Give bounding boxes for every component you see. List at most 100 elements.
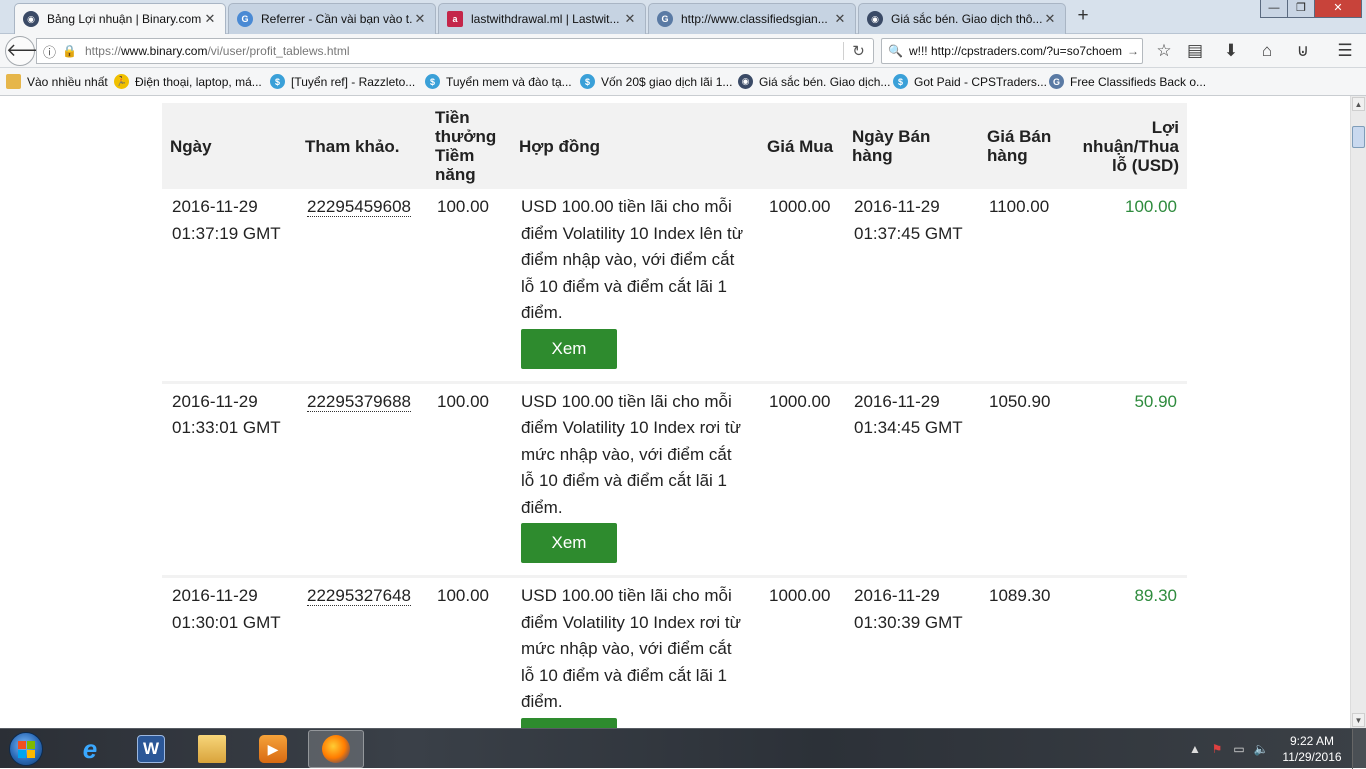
network-icon[interactable]: ▭ [1228, 742, 1250, 756]
internet-explorer-icon: e [82, 733, 98, 764]
cell-ref: 22295327648 [297, 576, 427, 728]
running-man-icon: 🏃 [114, 74, 129, 89]
tab-title: http://www.classifiedsgian... [681, 12, 828, 26]
info-icon[interactable]: ⓘ [43, 42, 56, 61]
tab-gia-sac-ben[interactable]: ◉ Giá sắc bén. Giao dịch thô... ✕ [858, 3, 1066, 34]
bookmark-item[interactable]: Vào nhiều nhất [6, 74, 108, 89]
bookmark-star-icon[interactable]: ☆ [1153, 41, 1175, 61]
bookmark-label: Free Classifieds Back o... [1070, 74, 1207, 89]
view-button[interactable]: Xem [521, 328, 617, 369]
view-button[interactable]: Xem [521, 523, 617, 563]
home-icon[interactable]: ⌂ [1256, 41, 1278, 61]
ref-link[interactable]: 22295327648 [307, 586, 412, 606]
reload-icon[interactable]: ↻ [843, 42, 873, 60]
scroll-down-arrow-icon[interactable]: ▼ [1352, 713, 1365, 727]
column-header-contract: Hợp đồng [511, 103, 759, 189]
cell-contract: USD 100.00 tiền lãi cho mỗi điểm Volatil… [511, 576, 759, 728]
search-input[interactable]: w!!! http://cpstraders.com/?u=so7choem [909, 44, 1124, 58]
contract-description: USD 100.00 tiền lãi cho mỗi điểm Volatil… [521, 197, 744, 322]
bookmark-item[interactable]: $ [Tuyển ref] - Razzleto... [270, 74, 415, 89]
vertical-scrollbar[interactable]: ▲ ▼ [1350, 96, 1366, 728]
tab-profit-table[interactable]: ◉ Bảng Lợi nhuận | Binary.com ✕ [14, 3, 226, 34]
cell-contract: USD 100.00 tiền lãi cho mỗi điểm Volatil… [511, 382, 759, 578]
bookmark-label: Tuyển mem và đào tạ... [446, 74, 572, 89]
close-tab-icon[interactable]: ✕ [413, 11, 427, 27]
column-header-ref: Tham khảo. [297, 103, 427, 189]
taskbar-app[interactable]: ▶ [245, 730, 301, 768]
bookmark-item[interactable]: G Free Classifieds Back o... [1049, 74, 1206, 89]
contract-description: USD 100.00 tiền lãi cho mỗi điểm Volatil… [521, 586, 742, 711]
url-scheme: https:// [84, 44, 121, 58]
download-icon[interactable]: ⬇ [1220, 41, 1242, 61]
table-header-row: Ngày Tham khảo. Tiền thưởng Tiềm năng Hợ… [162, 103, 1187, 189]
bookmark-item[interactable]: $ Vốn 20$ giao dịch lãi 1... [580, 74, 732, 89]
dollar-coin-icon: $ [425, 74, 440, 89]
new-tab-button[interactable]: + [1072, 5, 1094, 27]
close-tab-icon[interactable]: ✕ [623, 11, 637, 27]
volume-muted-icon[interactable]: 🔈 [1250, 742, 1272, 756]
close-tab-icon[interactable]: ✕ [203, 11, 217, 27]
url-path: /vi/user/profit_tablews.html [207, 44, 350, 58]
bookmark-label: Điện thoại, laptop, má... [135, 74, 262, 89]
cell-contract: USD 100.00 tiền lãi cho mỗi điểm Volatil… [511, 189, 759, 384]
minimize-button[interactable]: — [1260, 0, 1288, 18]
table-row: 2016-11-29 01:37:19 GMT 22295459608 100.… [162, 189, 1187, 384]
tab-title: Giá sắc bén. Giao dịch thô... [891, 12, 1043, 26]
column-header-date: Ngày [162, 103, 297, 189]
start-button[interactable] [4, 729, 48, 769]
show-desktop-button[interactable] [1352, 729, 1366, 769]
cell-date: 2016-11-29 01:30:01 GMT [162, 576, 297, 728]
close-window-button[interactable]: ✕ [1314, 0, 1362, 18]
cell-sell-price: 1050.90 [979, 382, 1069, 578]
windows-taskbar: e W ▶ ▲ ⚑ ▭ 🔈 9:22 AM 11/29/2016 [0, 728, 1366, 769]
cell-buy-price: 1000.00 [759, 576, 844, 728]
cell-sell-date: 2016-11-29 01:30:39 GMT [844, 576, 979, 728]
bookmark-label: Got Paid - CPSTraders... [914, 74, 1047, 89]
taskbar-app[interactable] [184, 730, 240, 768]
search-go-arrow-icon[interactable]: → [1124, 44, 1142, 58]
column-header-sell-price: Giá Bán hàng [979, 103, 1069, 189]
url-text[interactable]: https://www.binary.com/vi/user/profit_ta… [85, 44, 843, 58]
bookmark-item[interactable]: 🏃 Điện thoại, laptop, má... [114, 74, 262, 89]
dollar-coin-icon: $ [270, 74, 285, 89]
bookmark-item[interactable]: $ Got Paid - CPSTraders... [893, 74, 1047, 89]
address-bar[interactable]: ⓘ 🔒 https://www.binary.com/vi/user/profi… [36, 38, 874, 64]
back-button[interactable]: 🡐 [5, 36, 54, 66]
word-icon: W [137, 735, 165, 763]
bookmark-item[interactable]: $ Tuyển mem và đào tạ... [425, 74, 572, 89]
column-header-profit-loss: Lợi nhuận/Thua lỗ (USD) [1069, 103, 1187, 189]
ref-link[interactable]: 22295459608 [307, 197, 412, 217]
action-center-flag-icon[interactable]: ⚑ [1206, 742, 1228, 756]
lock-icon: 🔒 [62, 44, 77, 58]
scroll-up-arrow-icon[interactable]: ▲ [1352, 97, 1365, 111]
table-row: 2016-11-29 01:33:01 GMT 22295379688 100.… [162, 382, 1187, 578]
clock[interactable]: 9:22 AM 11/29/2016 [1272, 733, 1352, 765]
maximize-button[interactable]: ❐ [1287, 0, 1315, 18]
firefox-icon [322, 735, 350, 763]
tab-referrer[interactable]: G Referrer - Cần vài bạn vào t... ✕ [228, 3, 436, 34]
url-host: www.binary.com [121, 44, 208, 58]
menu-hamburger-icon[interactable]: ☰ [1334, 41, 1356, 61]
close-tab-icon[interactable]: ✕ [833, 11, 847, 27]
reading-list-icon[interactable]: ▤ [1184, 41, 1206, 61]
bookmark-label: Giá sắc bén. Giao dịch... [759, 74, 891, 89]
tab-bar: ◉ Bảng Lợi nhuận | Binary.com ✕ G Referr… [0, 0, 1366, 34]
tab-classifieds[interactable]: G http://www.classifiedsgian... ✕ [648, 3, 856, 34]
taskbar-app[interactable]: W [123, 730, 179, 768]
taskbar-app[interactable]: e [62, 730, 118, 768]
ref-link[interactable]: 22295379688 [307, 391, 412, 412]
search-box[interactable]: 🔍 w!!! http://cpstraders.com/?u=so7choem… [881, 38, 1143, 64]
pocket-icon[interactable]: ⊍ [1292, 41, 1314, 61]
close-tab-icon[interactable]: ✕ [1043, 11, 1057, 27]
profit-table: Ngày Tham khảo. Tiền thưởng Tiềm năng Hợ… [162, 103, 1187, 728]
tab-lastwithdrawal[interactable]: a lastwithdrawal.ml | Lastwit... ✕ [438, 3, 646, 34]
media-player-icon: ▶ [259, 735, 287, 763]
taskbar-app[interactable] [308, 730, 364, 768]
view-button[interactable]: Xem [521, 717, 617, 728]
bookmark-item[interactable]: ◉ Giá sắc bén. Giao dịch... [738, 74, 890, 89]
classifieds-globe-icon: G [657, 11, 673, 27]
tab-title: lastwithdrawal.ml | Lastwit... [471, 12, 620, 26]
show-hidden-icons-icon[interactable]: ▲ [1184, 742, 1206, 756]
cell-payout: 100.00 [427, 576, 511, 728]
scrollbar-thumb[interactable] [1352, 126, 1365, 148]
